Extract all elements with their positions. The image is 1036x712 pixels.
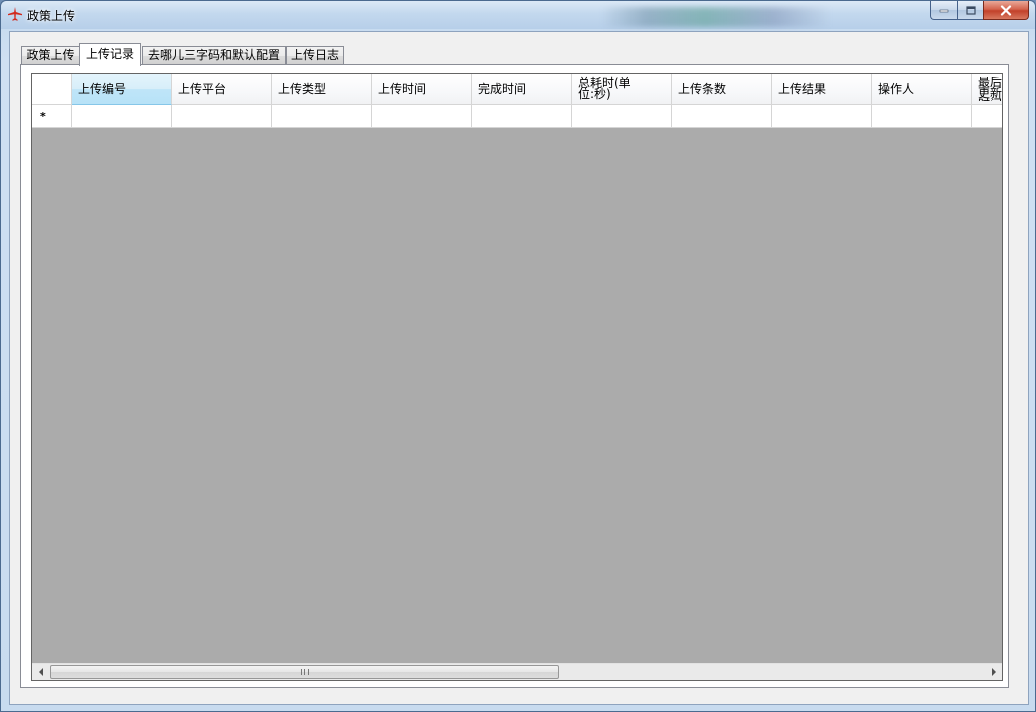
grid-cell[interactable] bbox=[272, 105, 372, 128]
grid-cell[interactable] bbox=[872, 105, 972, 128]
grid-cell[interactable] bbox=[72, 105, 172, 128]
column-header-count[interactable]: 上传条数 bbox=[672, 74, 772, 105]
column-header-label: 上传类型 bbox=[278, 81, 327, 96]
column-header-row: 上传编号 上传平台 上传类型 上传时间 完成时间 总耗时(单位:秒) 上传条数 … bbox=[32, 74, 1002, 105]
row-header[interactable]: * bbox=[32, 105, 72, 128]
column-header-label: 上传编号 bbox=[78, 81, 127, 96]
column-header-label: 总耗时(单位:秒) bbox=[578, 76, 631, 101]
maximize-icon bbox=[965, 5, 976, 15]
column-header-platform[interactable]: 上传平台 bbox=[172, 74, 272, 105]
column-header-upload-time[interactable]: 上传时间 bbox=[372, 74, 472, 105]
chevron-right-icon bbox=[991, 668, 996, 676]
grid-corner-header[interactable] bbox=[32, 74, 72, 105]
column-header-label: 上传平台 bbox=[178, 81, 227, 96]
column-header-result[interactable]: 上传结果 bbox=[772, 74, 872, 105]
minimize-button[interactable] bbox=[930, 1, 957, 20]
main-window: 政策上传 政策上传 上传记录 去哪儿三字码和默认配置 上传日志 上传编号 上传平… bbox=[0, 0, 1036, 712]
close-button[interactable] bbox=[983, 1, 1029, 20]
caption-buttons bbox=[930, 1, 1029, 21]
tab-label: 政策上传 bbox=[26, 48, 75, 62]
tab-policy-upload[interactable]: 政策上传 bbox=[21, 46, 80, 65]
title-bar[interactable]: 政策上传 bbox=[1, 1, 1035, 29]
horizontal-scrollbar[interactable] bbox=[32, 663, 1002, 680]
client-area: 政策上传 上传记录 去哪儿三字码和默认配置 上传日志 上传编号 上传平台 上传类… bbox=[9, 31, 1029, 705]
tab-label: 上传记录 bbox=[85, 47, 134, 61]
tab-panel-upload-records: 上传编号 上传平台 上传类型 上传时间 完成时间 总耗时(单位:秒) 上传条数 … bbox=[20, 64, 1009, 688]
tab-label: 上传日志 bbox=[290, 48, 339, 62]
column-header-operator[interactable]: 操作人 bbox=[872, 74, 972, 105]
grid-cell[interactable] bbox=[972, 105, 1002, 128]
title-bar-background-decoration bbox=[601, 7, 831, 27]
airplane-icon bbox=[7, 6, 23, 22]
column-header-duration[interactable]: 总耗时(单位:秒) bbox=[572, 74, 672, 105]
records-grid[interactable]: 上传编号 上传平台 上传类型 上传时间 完成时间 总耗时(单位:秒) 上传条数 … bbox=[31, 73, 1003, 681]
column-header-label: 上传结果 bbox=[778, 81, 827, 96]
scrollbar-grip-icon bbox=[301, 669, 309, 675]
grid-cell[interactable] bbox=[172, 105, 272, 128]
maximize-button[interactable] bbox=[957, 1, 983, 20]
column-header-label: 操作人 bbox=[878, 81, 915, 96]
close-icon bbox=[1000, 4, 1012, 16]
minimize-icon bbox=[939, 9, 949, 13]
column-header-label: 上传条数 bbox=[678, 81, 727, 96]
column-header-upload-id[interactable]: 上传编号 bbox=[72, 74, 172, 105]
scroll-left-button[interactable] bbox=[32, 664, 49, 680]
scrollbar-thumb[interactable] bbox=[50, 665, 559, 679]
column-header-label: 完成时间 bbox=[478, 81, 527, 96]
column-header-label: 最后更新时间 bbox=[978, 77, 1002, 101]
grid-cell[interactable] bbox=[672, 105, 772, 128]
tab-label: 去哪儿三字码和默认配置 bbox=[147, 48, 280, 62]
column-header-last-update[interactable]: 最后更新时间 bbox=[972, 74, 1002, 105]
scroll-right-button[interactable] bbox=[985, 664, 1002, 680]
grid-cell[interactable] bbox=[572, 105, 672, 128]
column-header-finish-time[interactable]: 完成时间 bbox=[472, 74, 572, 105]
column-header-label: 上传时间 bbox=[378, 81, 427, 96]
grid-cell[interactable] bbox=[472, 105, 572, 128]
tab-upload-log[interactable]: 上传日志 bbox=[286, 46, 344, 65]
column-header-type[interactable]: 上传类型 bbox=[272, 74, 372, 105]
new-row[interactable]: * bbox=[32, 105, 1002, 128]
tab-qunar-code-config[interactable]: 去哪儿三字码和默认配置 bbox=[142, 46, 286, 65]
grid-cell[interactable] bbox=[772, 105, 872, 128]
window-title: 政策上传 bbox=[27, 9, 76, 23]
chevron-left-icon bbox=[38, 668, 43, 676]
tab-upload-records[interactable]: 上传记录 bbox=[79, 43, 141, 66]
new-row-marker: * bbox=[40, 109, 46, 123]
grid-cell[interactable] bbox=[372, 105, 472, 128]
